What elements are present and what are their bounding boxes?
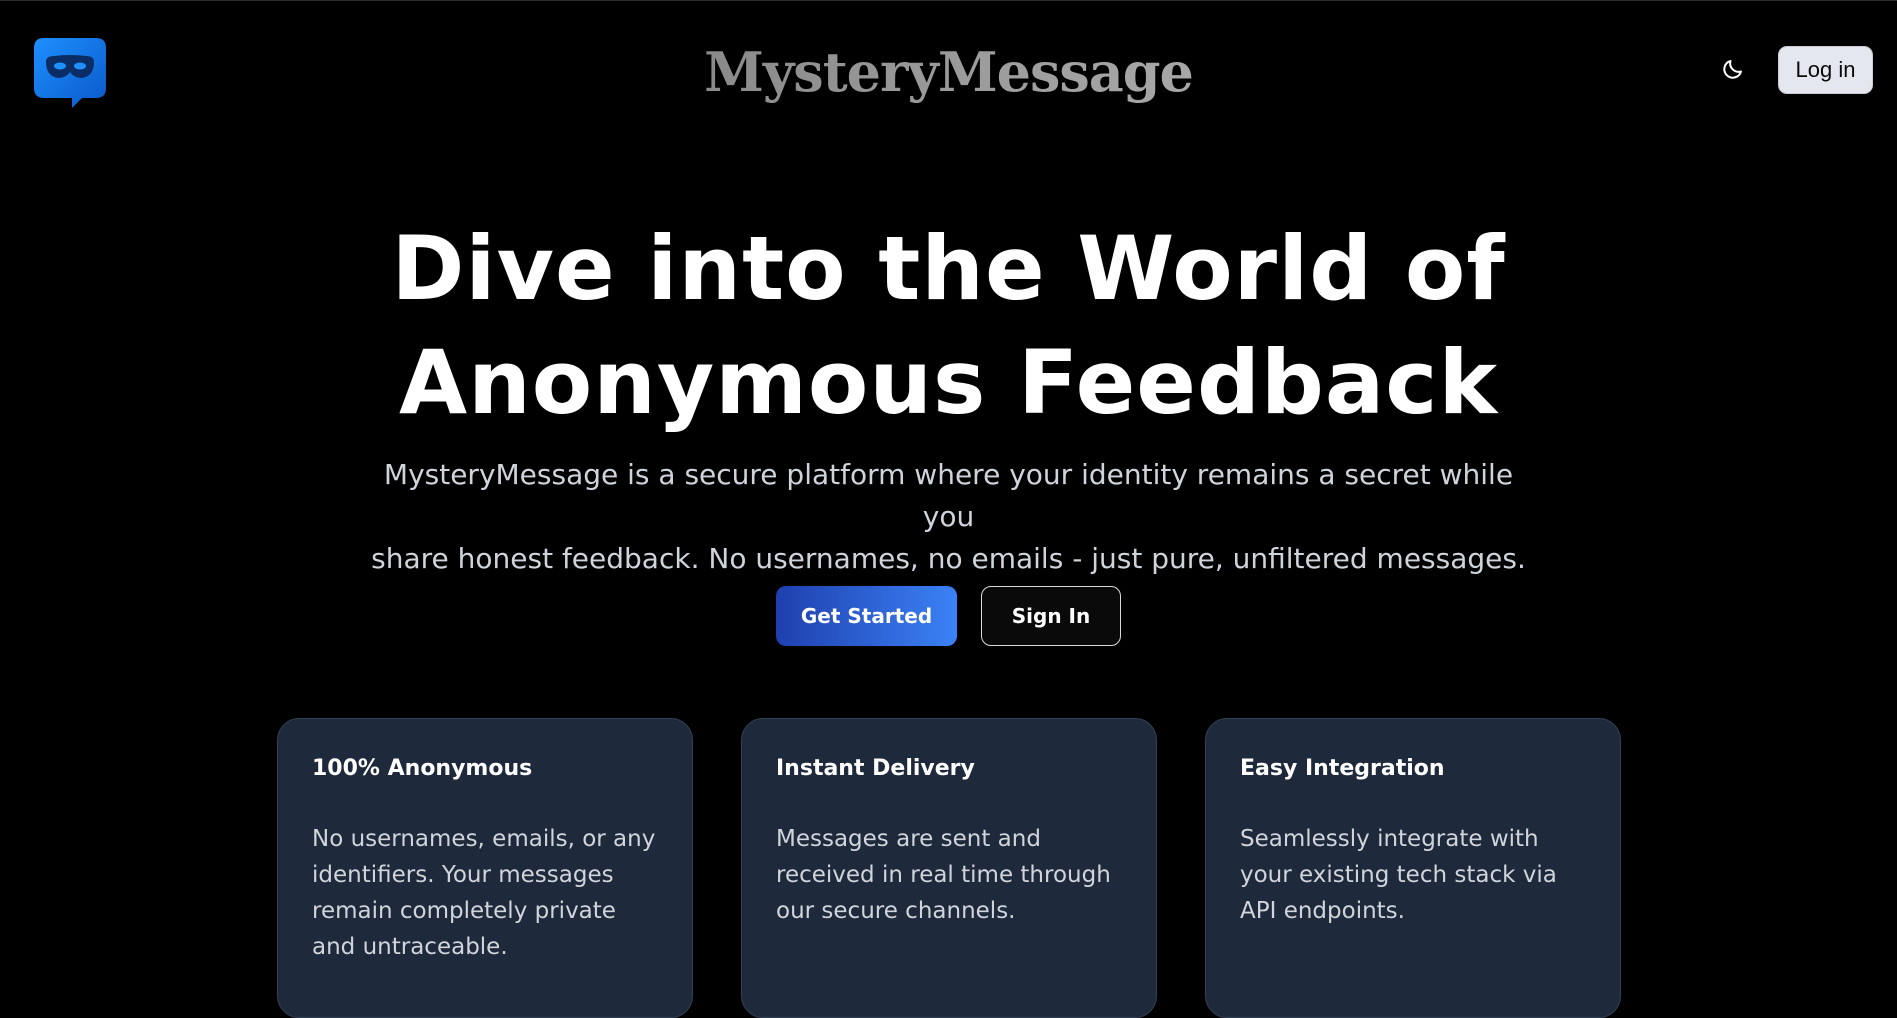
feature-text: Messages are sent and received in real t… — [776, 826, 1111, 924]
feature-text: No usernames, emails, or any identifiers… — [312, 826, 656, 960]
sign-in-button[interactable]: Sign In — [981, 586, 1121, 646]
login-button[interactable]: Log in — [1778, 46, 1873, 94]
hero-title: Dive into the World of Anonymous Feedbac… — [0, 212, 1897, 440]
feature-title: Instant Delivery — [776, 756, 975, 781]
get-started-button[interactable]: Get Started — [776, 586, 957, 646]
hero-title-line-1: Dive into the World of — [391, 217, 1506, 320]
hero-title-line-2: Anonymous Feedback — [398, 331, 1498, 434]
feature-card-anonymous: 100% Anonymous No usernames, emails, or … — [277, 718, 693, 1018]
site-header: MysteryMessage Log in — [0, 0, 1897, 140]
hero-subtitle-line-1: MysteryMessage is a secure platform wher… — [383, 458, 1514, 533]
hero-subtitle: MysteryMessage is a secure platform wher… — [370, 454, 1527, 580]
brand-title[interactable]: MysteryMessage — [0, 38, 1897, 106]
feature-title: Easy Integration — [1240, 756, 1445, 781]
moon-icon — [1723, 60, 1742, 79]
brand-text: MysteryMessage — [704, 40, 1193, 104]
feature-title: 100% Anonymous — [312, 756, 533, 781]
feature-text: Seamlessly integrate with your existing … — [1240, 826, 1557, 924]
hero-subtitle-line-2: share honest feedback. No usernames, no … — [371, 542, 1526, 575]
theme-toggle-button[interactable] — [1714, 50, 1752, 88]
feature-card-easy-integration: Easy Integration Seamlessly integrate wi… — [1205, 718, 1621, 1018]
cta-row: Get Started Sign In — [0, 586, 1897, 646]
feature-card-instant-delivery: Instant Delivery Messages are sent and r… — [741, 718, 1157, 1018]
